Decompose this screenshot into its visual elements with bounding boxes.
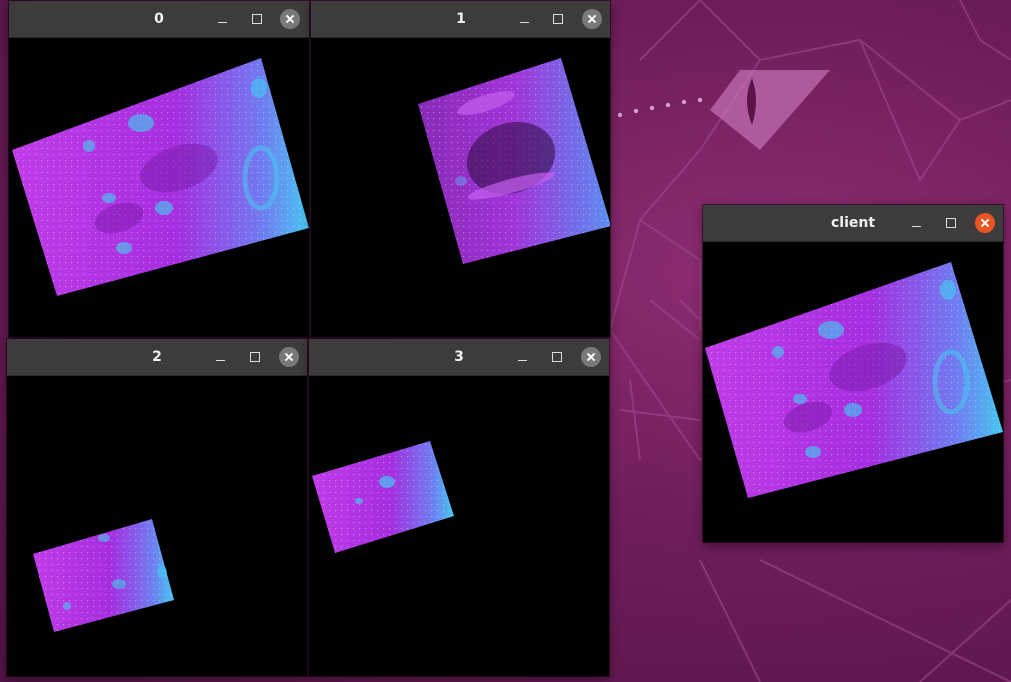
maximize-icon[interactable] [547,347,567,367]
window-0[interactable]: 0 [9,1,309,337]
close-icon[interactable] [975,213,995,233]
minimize-icon[interactable] [515,9,535,29]
close-icon[interactable] [581,347,601,367]
image-canvas [703,242,1003,542]
rotated-image [705,262,1003,498]
window-titlebar[interactable]: client [703,205,1003,242]
minimize-icon[interactable] [211,347,231,367]
window-client[interactable]: client [703,205,1003,542]
image-canvas [309,376,609,676]
minimize-icon[interactable] [907,213,927,233]
maximize-icon[interactable] [548,9,568,29]
image-canvas [311,38,610,337]
minimize-icon[interactable] [213,9,233,29]
maximize-icon[interactable] [245,347,265,367]
maximize-icon[interactable] [941,213,961,233]
rotated-image [418,58,610,264]
close-icon[interactable] [279,347,299,367]
window-1[interactable]: 1 [311,1,610,337]
rotated-image [12,58,309,296]
rotated-image [312,441,454,553]
window-titlebar[interactable]: 3 [309,339,609,376]
image-canvas [7,376,307,676]
close-icon[interactable] [582,9,602,29]
window-titlebar[interactable]: 0 [9,1,309,38]
window-titlebar[interactable]: 1 [311,1,610,38]
image-canvas [9,38,309,337]
minimize-icon[interactable] [513,347,533,367]
window-3[interactable]: 3 [309,339,609,676]
maximize-icon[interactable] [247,9,267,29]
close-icon[interactable] [280,9,300,29]
window-2[interactable]: 2 [7,339,307,676]
rotated-image [33,519,174,632]
window-titlebar[interactable]: 2 [7,339,307,376]
